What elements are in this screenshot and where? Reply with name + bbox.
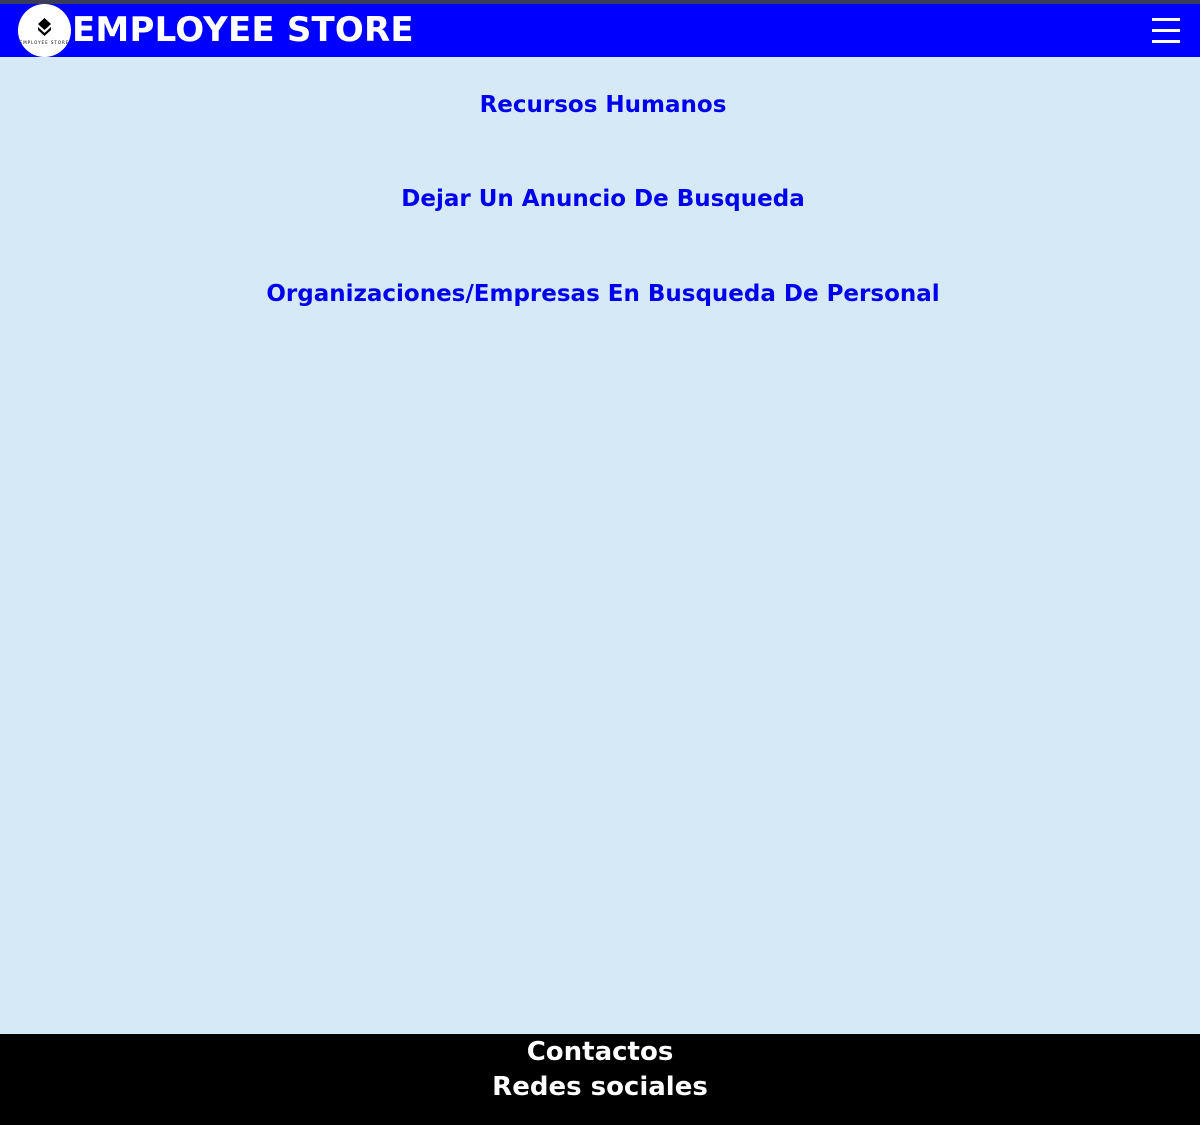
footer: Contactos Redes sociales xyxy=(0,1034,1200,1125)
logo[interactable]: EMPLOYEE STORE xyxy=(18,4,71,57)
top-navbar: EMPLOYEE STORE EMPLOYEE STORE xyxy=(0,4,1200,57)
link-organizaciones-empresas[interactable]: Organizaciones/Empresas En Busqueda De P… xyxy=(0,279,1200,309)
link-dejar-anuncio[interactable]: Dejar Un Anuncio De Busqueda xyxy=(0,184,1200,214)
brand-title[interactable]: EMPLOYEE STORE xyxy=(72,6,414,54)
logo-icon: EMPLOYEE STORE xyxy=(20,18,70,45)
link-recursos-humanos[interactable]: Recursos Humanos xyxy=(0,90,1200,120)
menu-button[interactable] xyxy=(1152,16,1180,46)
footer-social-link[interactable]: Redes sociales xyxy=(0,1070,1200,1104)
main-content: Recursos Humanos Dejar Un Anuncio De Bus… xyxy=(0,57,1200,1034)
hamburger-icon xyxy=(1152,18,1180,21)
footer-contacts-link[interactable]: Contactos xyxy=(0,1035,1200,1069)
svg-text:EMPLOYEE STORE: EMPLOYEE STORE xyxy=(20,40,70,45)
